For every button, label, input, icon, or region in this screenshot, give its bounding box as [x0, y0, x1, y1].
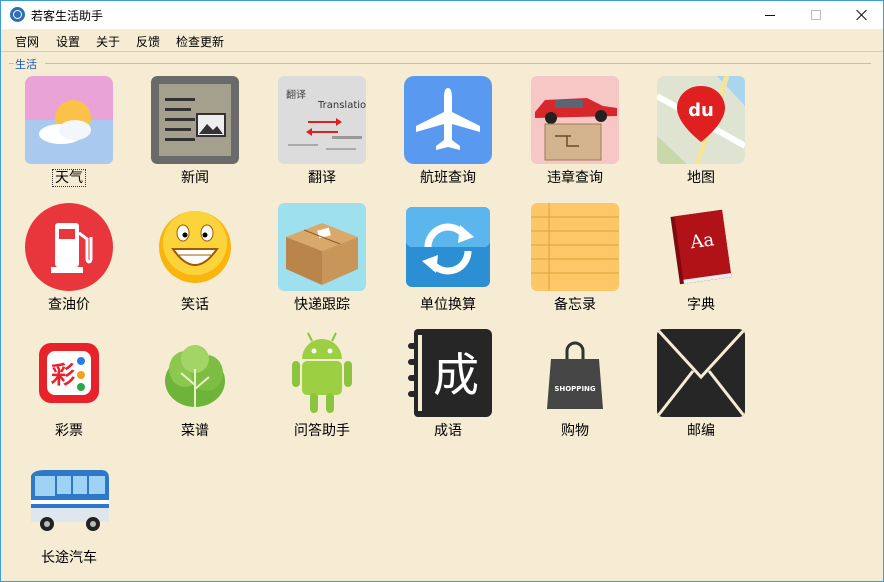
- lottery-icon: 彩: [25, 329, 113, 417]
- dictionary-icon: Aa: [657, 203, 745, 291]
- svg-text:成: 成: [433, 348, 479, 402]
- menu-settings[interactable]: 设置: [56, 33, 80, 50]
- minimize-button[interactable]: [747, 1, 793, 29]
- tile-qa-assistant[interactable]: 问答助手: [271, 329, 371, 449]
- tile-label: 菜谱: [181, 423, 209, 439]
- tile-shopping[interactable]: SHOPPING 购物: [524, 329, 624, 449]
- group-label-life: 生活: [15, 58, 37, 71]
- menu-feedback[interactable]: 反馈: [136, 33, 160, 50]
- tile-news[interactable]: 新闻: [144, 76, 244, 196]
- title-bar[interactable]: 若客生活助手: [1, 1, 883, 29]
- map-icon: du: [657, 76, 745, 164]
- tile-long-distance-bus[interactable]: 长途汽车: [18, 456, 118, 576]
- close-icon: [856, 9, 868, 21]
- group-divider: [45, 63, 871, 64]
- svg-text:SHOPPING: SHOPPING: [554, 385, 596, 393]
- maximize-button[interactable]: [793, 1, 839, 29]
- tile-idiom[interactable]: 成 成语: [397, 329, 497, 449]
- tile-recipe[interactable]: 菜谱: [144, 329, 244, 449]
- tile-label: 地图: [687, 170, 715, 186]
- window-title: 若客生活助手: [31, 9, 104, 23]
- tile-translate[interactable]: 翻译 Translation 翻译: [271, 76, 371, 196]
- svg-text:Aa: Aa: [688, 229, 716, 253]
- vegetable-icon: [151, 329, 239, 417]
- tile-label: 字典: [687, 297, 715, 313]
- tile-dictionary[interactable]: Aa 字典: [650, 203, 750, 323]
- tile-label: 备忘录: [554, 297, 596, 313]
- svg-text:彩: 彩: [50, 361, 75, 389]
- notepad-icon: [531, 203, 619, 291]
- menu-about[interactable]: 关于: [96, 33, 120, 50]
- tile-label: 购物: [561, 423, 589, 439]
- tile-label: 长途汽车: [41, 550, 97, 566]
- weather-icon: [25, 76, 113, 164]
- tile-label: 成语: [434, 423, 462, 439]
- tile-fuel-price[interactable]: 查油价: [18, 203, 118, 323]
- maximize-icon: [811, 10, 821, 20]
- tile-flight[interactable]: 航班查询: [397, 76, 497, 196]
- shopping-bag-icon: SHOPPING: [531, 329, 619, 417]
- tile-violation[interactable]: 违章查询: [524, 76, 624, 196]
- tile-label: 邮编: [687, 423, 715, 439]
- tile-weather[interactable]: 天气: [18, 76, 118, 196]
- tile-map[interactable]: du 地图: [650, 76, 750, 196]
- group-divider-left: [9, 63, 14, 64]
- svg-text:翻译: 翻译: [286, 89, 306, 101]
- airplane-icon: [404, 76, 492, 164]
- tile-unit-convert[interactable]: 单位换算: [397, 203, 497, 323]
- tile-label: 翻译: [308, 170, 336, 186]
- tile-label: 天气: [52, 169, 86, 187]
- tile-label: 笑话: [181, 297, 209, 313]
- app-logo-icon: [10, 7, 25, 22]
- refresh-icon: [404, 203, 492, 291]
- svg-text:du: du: [688, 100, 714, 121]
- smiley-icon: [151, 203, 239, 291]
- envelope-icon: [657, 329, 745, 417]
- idiom-icon: 成: [404, 329, 492, 417]
- tile-lottery[interactable]: 彩 彩票: [18, 329, 118, 449]
- tile-label: 查油价: [48, 297, 90, 313]
- tile-postcode[interactable]: 邮编: [650, 329, 750, 449]
- tile-label: 单位换算: [420, 297, 476, 313]
- tile-express[interactable]: 快递跟踪: [271, 203, 371, 323]
- tile-label: 彩票: [55, 423, 83, 439]
- menu-check-update[interactable]: 检查更新: [176, 33, 224, 50]
- bus-icon: [25, 456, 113, 544]
- app-window: 若客生活助手 官网 设置 关于 反馈 检查更新 生活 天气 新闻 翻译 Tran…: [0, 0, 884, 582]
- package-icon: [278, 203, 366, 291]
- tile-memo[interactable]: 备忘录: [524, 203, 624, 323]
- tile-jokes[interactable]: 笑话: [144, 203, 244, 323]
- minimize-icon: [765, 14, 775, 16]
- tile-label: 新闻: [181, 170, 209, 186]
- news-icon: [151, 76, 239, 164]
- car-violation-icon: [531, 76, 619, 164]
- translate-icon: 翻译 Translation: [278, 76, 366, 164]
- close-button[interactable]: [839, 1, 884, 29]
- tile-label: 快递跟踪: [294, 297, 350, 313]
- svg-text:Translation: Translation: [317, 100, 366, 111]
- tile-label: 航班查询: [420, 170, 476, 186]
- android-icon: [278, 329, 366, 417]
- tile-label: 违章查询: [547, 170, 603, 186]
- fuel-pump-icon: [25, 203, 113, 291]
- tile-label: 问答助手: [294, 423, 350, 439]
- menu-official-site[interactable]: 官网: [15, 33, 39, 50]
- menu-bar: 官网 设置 关于 反馈 检查更新: [1, 29, 883, 52]
